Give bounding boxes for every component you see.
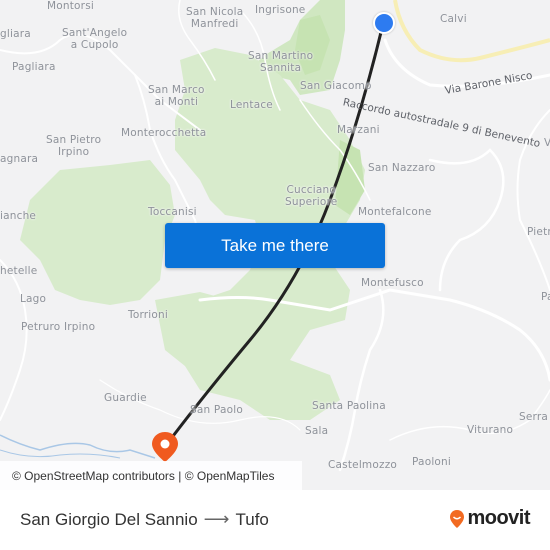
origin-marker[interactable]: [373, 12, 395, 34]
river: [0, 434, 156, 459]
route-origin: San Giorgio Del Sannio: [20, 509, 198, 529]
place-label-cucciano-superiore: Cucciano Superiore: [285, 184, 338, 208]
place-label-monterocchetta: Monterocchetta: [121, 127, 207, 139]
footer: San Giorgio Del Sannio ⟶ Tufo moovit: [0, 490, 550, 550]
river: [0, 449, 121, 459]
place-label-san-paolo: San Paolo: [190, 404, 243, 416]
place-label-pagliara: Pagliara: [12, 61, 56, 73]
place-label-ianche: ianche: [0, 210, 37, 222]
place-label-serra: Serra: [519, 411, 549, 423]
place-label-pa: Pa: [541, 291, 550, 303]
place-label-san-nicola-manfredi: San Nicola Manfredi: [186, 6, 244, 30]
place-label-viturano: Viturano: [467, 424, 514, 436]
arrow-right-icon: ⟶: [203, 509, 230, 529]
map[interactable]: Montorsi San Nicola Manfredi Ingrisone C…: [0, 0, 550, 490]
place-label-v: V: [544, 137, 550, 149]
place-label-pietr: Pietr: [527, 226, 550, 238]
place-label-castelmozzo: Castelmozzo: [328, 459, 398, 471]
place-label-montefusco: Montefusco: [361, 277, 424, 289]
place-label-san-pietro-irpino: San Pietro Irpino: [46, 134, 102, 158]
place-label-guardie: Guardie: [104, 392, 147, 404]
place-label-hetelle: hetelle: [0, 265, 38, 277]
moovit-logo[interactable]: moovit: [449, 507, 530, 530]
place-label-santangelo-a-cupolo: Sant'Angelo a Cupolo: [62, 27, 128, 51]
place-label-calvi: Calvi: [440, 13, 467, 25]
place-label-toccanisi: Toccanisi: [148, 206, 197, 218]
place-label-montefalcone: Montefalcone: [358, 206, 432, 218]
place-label-petruro-irpino: Petruro Irpino: [21, 321, 96, 333]
place-label-lentace: Lentace: [230, 99, 273, 111]
route-title: San Giorgio Del Sannio ⟶ Tufo: [20, 509, 269, 530]
place-label-agnara: agnara: [0, 153, 39, 165]
place-label-san-nazzaro: San Nazzaro: [368, 162, 436, 174]
place-label-san-marco-ai-monti: San Marco ai Monti: [148, 84, 205, 108]
place-label-torrioni: Torrioni: [128, 309, 169, 321]
moovit-pin-icon: [450, 509, 465, 528]
route-destination: Tufo: [235, 509, 269, 529]
place-label-ingrisone: Ingrisone: [255, 4, 306, 16]
place-label-san-martino-sannita: San Martino Sannita: [248, 50, 314, 74]
moovit-wordmark: moovit: [467, 507, 530, 529]
place-label-paoloni: Paoloni: [412, 456, 452, 468]
forest-area: [20, 160, 175, 305]
place-label-marzani: Marzani: [337, 124, 380, 136]
place-label-montorsi: Montorsi: [47, 0, 94, 12]
place-label-santa-paolina: Santa Paolina: [312, 400, 386, 412]
place-label-gliara: gliara: [0, 28, 31, 40]
place-label-san-giacomo: San Giacomo: [300, 80, 372, 92]
map-attribution[interactable]: © OpenStreetMap contributors | © OpenMap…: [0, 461, 302, 490]
place-label-sala: Sala: [305, 425, 329, 437]
place-label-lago: Lago: [20, 293, 47, 305]
take-me-there-button[interactable]: Take me there: [165, 223, 385, 268]
